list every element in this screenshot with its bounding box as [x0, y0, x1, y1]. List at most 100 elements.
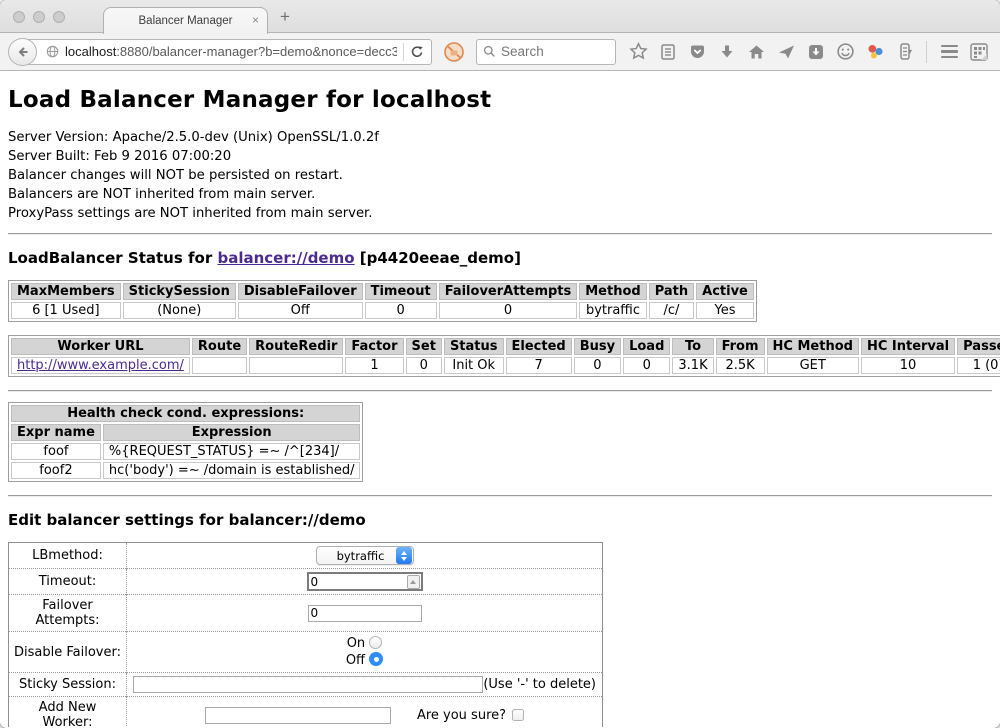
lbmethod-selected-value: bytraffic — [327, 549, 395, 563]
health-table-caption: Health check cond. expressions: — [11, 405, 360, 422]
cell-passes: 1 (0) — [957, 357, 1000, 374]
failover-input-wrap — [308, 605, 422, 622]
number-stepper-icon[interactable] — [407, 575, 420, 589]
status-heading-suffix: [p4420eeae_demo] — [360, 249, 521, 267]
home-icon[interactable] — [747, 43, 766, 61]
balancer-demo-link[interactable]: balancer://demo — [217, 249, 354, 267]
timeout-input-wrap — [307, 572, 423, 591]
col-method: Method — [579, 283, 646, 300]
reading-list-icon[interactable] — [659, 43, 677, 61]
cell-route — [192, 357, 247, 374]
add-worker-label: Add New Worker: — [9, 697, 127, 728]
tab-title: Balancer Manager — [139, 15, 233, 27]
divider — [8, 233, 992, 235]
balancer-status-table: MaxMembers StickySession DisableFailover… — [8, 280, 757, 322]
menu-hamburger-icon[interactable] — [941, 45, 958, 59]
send-plane-icon[interactable] — [777, 43, 796, 61]
cell-stickysession: (None) — [123, 302, 236, 319]
cell-hc-method: GET — [767, 357, 859, 374]
cell-active: Yes — [696, 302, 754, 319]
status-heading: LoadBalancer Status for balancer://demo … — [8, 249, 992, 267]
reload-icon[interactable] — [410, 45, 424, 59]
cell-expression: %{REQUEST_STATUS} =~ /^[234]/ — [103, 443, 361, 460]
download-panel-icon[interactable] — [807, 43, 825, 61]
server-version-line: Server Version: Apache/2.5.0-dev (Unix) … — [8, 128, 992, 147]
tile-grid-icon[interactable] — [969, 42, 989, 62]
status-heading-prefix: LoadBalancer Status for — [8, 249, 212, 267]
content-blocked-icon[interactable] — [443, 41, 465, 63]
close-window-button[interactable] — [13, 11, 25, 23]
lbmethod-label: LBmethod: — [9, 543, 127, 569]
cell-failoverattempts: 0 — [439, 302, 578, 319]
download-arrow-icon[interactable] — [718, 43, 736, 61]
col-status: Status — [444, 338, 504, 355]
balancers-warning-line: Balancers are NOT inherited from main se… — [8, 185, 992, 204]
cell-method: bytraffic — [579, 302, 646, 319]
col-route: Route — [192, 338, 247, 355]
lbmethod-select[interactable]: bytraffic — [316, 546, 414, 565]
chat-smiley-icon[interactable] — [836, 42, 855, 61]
new-tab-button[interactable]: + — [280, 8, 290, 25]
cell-disablefailover: Off — [238, 302, 363, 319]
divider — [8, 495, 992, 497]
health-check-table: Health check cond. expressions: Expr nam… — [8, 402, 363, 482]
globe-icon — [46, 45, 59, 58]
radio-off-selected[interactable] — [369, 652, 383, 666]
browser-window: Balancer Manager × + localhost:8880/bala… — [0, 0, 1000, 728]
search-placeholder: Search — [501, 44, 544, 59]
col-busy: Busy — [574, 338, 621, 355]
back-button[interactable] — [8, 38, 37, 66]
cell-routeredir — [249, 357, 343, 374]
colored-dots-extension-icon[interactable] — [866, 42, 885, 61]
persist-warning-line: Balancer changes will NOT be persisted o… — [8, 166, 992, 185]
are-you-sure-label: Are you sure? — [417, 708, 506, 723]
table-header-row: Worker URL Route RouteRedir Factor Set S… — [11, 338, 1000, 355]
tab-bar: Balancer Manager × + — [0, 0, 1000, 33]
sticky-session-input[interactable] — [134, 677, 482, 692]
page-content: Load Balancer Manager for localhost Serv… — [0, 71, 1000, 727]
worker-url-link[interactable]: http://www.example.com/ — [17, 358, 184, 373]
minimize-window-button[interactable] — [33, 11, 45, 23]
form-row-timeout: Timeout: — [9, 569, 603, 595]
radio-on[interactable] — [369, 636, 382, 649]
search-bar[interactable]: Search — [476, 39, 616, 65]
radio-off-label: Off — [346, 653, 365, 668]
col-load: Load — [623, 338, 670, 355]
cell-worker-url: http://www.example.com/ — [11, 357, 190, 374]
url-host: localhost — [65, 44, 116, 59]
server-built-line: Server Built: Feb 9 2016 07:00:20 — [8, 147, 992, 166]
timeout-input[interactable] — [309, 574, 407, 589]
tab-close-icon[interactable]: × — [252, 14, 259, 26]
toolbar-icons: ▾ — [629, 41, 989, 63]
sidebar-panel-group[interactable]: ▾ — [896, 42, 912, 61]
cell-elected: 7 — [506, 357, 572, 374]
col-expr-name: Expr name — [11, 424, 101, 441]
cell-path: /c/ — [649, 302, 694, 319]
add-worker-input[interactable] — [206, 708, 390, 723]
cell-expr-name: foof2 — [11, 462, 101, 479]
failover-attempts-input[interactable] — [309, 606, 421, 621]
radio-on-label: On — [347, 636, 365, 651]
col-maxmembers: MaxMembers — [11, 283, 121, 300]
address-bar[interactable]: localhost:8880/balancer-manager?b=demo&n… — [23, 39, 432, 65]
table-row: 6 [1 Used] (None) Off 0 0 bytraffic /c/ … — [11, 302, 754, 319]
divider — [8, 390, 992, 392]
are-you-sure-checkbox[interactable] — [512, 709, 524, 721]
timeout-label: Timeout: — [9, 569, 127, 595]
bookmark-star-icon[interactable] — [629, 42, 648, 61]
url-text: localhost:8880/balancer-manager?b=demo&n… — [65, 44, 397, 59]
toolbar-separator — [926, 41, 927, 63]
pocket-icon[interactable] — [688, 43, 707, 61]
form-row-sticky: Sticky Session: (Use '-' to delete) — [9, 673, 603, 697]
tab-balancer-manager[interactable]: Balancer Manager × — [103, 7, 268, 34]
table-header-row: MaxMembers StickySession DisableFailover… — [11, 283, 754, 300]
chevron-down-icon: ▾ — [908, 47, 912, 56]
zoom-window-button[interactable] — [53, 11, 65, 23]
col-expression: Expression — [103, 424, 361, 441]
form-row-failover: Failover Attempts: — [9, 595, 603, 632]
col-timeout: Timeout — [365, 283, 437, 300]
cell-hc-interval: 10 — [861, 357, 955, 374]
col-active: Active — [696, 283, 754, 300]
col-path: Path — [649, 283, 694, 300]
url-group: localhost:8880/balancer-manager?b=demo&n… — [8, 38, 432, 66]
